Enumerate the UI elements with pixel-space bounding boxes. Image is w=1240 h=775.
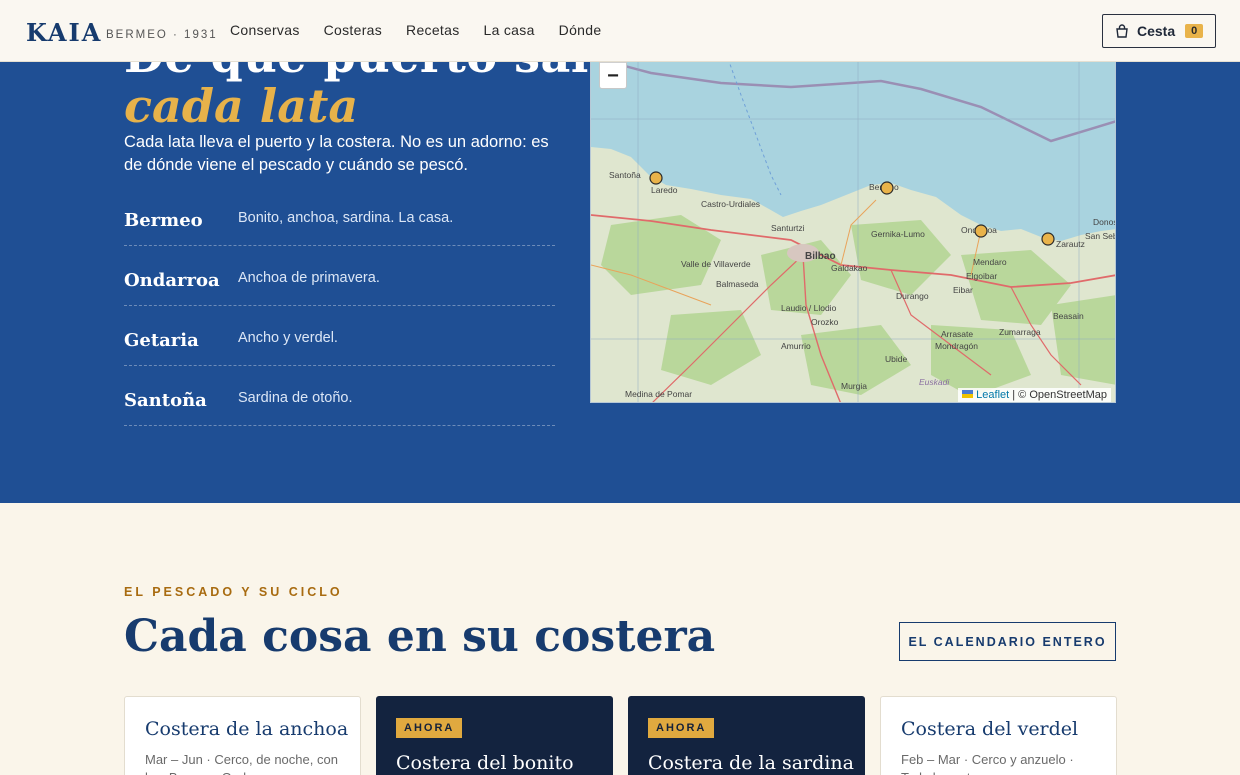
map-label: Arrasate: [941, 329, 973, 339]
map-label: Durango: [896, 291, 929, 301]
map-marker-santona[interactable]: [649, 171, 663, 185]
costera-card-sardina[interactable]: AHORA Costera de la sardina: [628, 696, 865, 775]
nav-item-costeras[interactable]: Costeras: [324, 22, 382, 38]
zoom-out-button[interactable]: −: [600, 62, 626, 88]
map-label: Gernika-Lumo: [871, 229, 925, 239]
ports-map[interactable]: Santoña Laredo Castro-Urdiales Santurtzi…: [590, 24, 1116, 403]
full-calendar-button[interactable]: EL CALENDARIO ENTERO: [899, 622, 1116, 661]
nav-item-recetas[interactable]: Recetas: [406, 22, 459, 38]
port-name: Santoña: [124, 390, 207, 411]
map-label: Laudio / Llodio: [781, 303, 837, 313]
port-list: Bermeo Bonito, anchoa, sardina. La casa.…: [124, 186, 555, 426]
logo[interactable]: KAIA: [26, 18, 102, 47]
costera-card-bonito[interactable]: AHORA Costera del bonito: [376, 696, 613, 775]
port-desc: Anchoa de primavera.: [238, 270, 380, 286]
port-row-ondarroa[interactable]: Ondarroa Anchoa de primavera.: [124, 246, 555, 306]
cart-count-badge: 0: [1185, 24, 1204, 38]
map-label: Donostia: [1093, 217, 1116, 227]
now-badge: AHORA: [648, 718, 715, 738]
map-label: Elgoibar: [966, 271, 997, 281]
map-label: Castro-Urdiales: [701, 199, 760, 209]
map-label: Zumarraga: [999, 327, 1041, 337]
basket-icon: [1116, 24, 1128, 38]
nav-item-conservas[interactable]: Conservas: [230, 22, 300, 38]
map-label: Zarautz: [1056, 239, 1085, 249]
card-meta: Mar – Jun · Cerco, de noche, con luz. Be…: [145, 752, 338, 775]
ukraine-flag-icon: [962, 390, 974, 398]
card-meta: Feb – Mar · Cerco y anzuelo · Toda la co…: [901, 752, 1074, 775]
section-title: Cada cosa en su costera: [124, 611, 716, 662]
port-row-getaria[interactable]: Getaria Ancho y verdel.: [124, 306, 555, 366]
port-row-santona[interactable]: Santoña Sardina de otoño.: [124, 366, 555, 426]
leaflet-link[interactable]: Leaflet: [976, 389, 1009, 401]
map-label: Mondragón: [935, 341, 978, 351]
map-label: Laredo: [651, 185, 678, 195]
card-title: Costera del verdel: [901, 718, 1079, 740]
hero-description: Cada lata lleva el puerto y la costera. …: [124, 133, 549, 174]
map-label: Amurrio: [781, 341, 811, 351]
port-desc: Bonito, anchoa, sardina. La casa.: [238, 210, 454, 226]
map-label: Murgia: [841, 381, 867, 391]
now-badge: AHORA: [396, 718, 463, 738]
logo-subtitle: BERMEO · 1931: [106, 29, 218, 41]
port-desc: Ancho y verdel.: [238, 330, 338, 346]
card-title: Costera de la anchoa: [145, 718, 349, 740]
costera-card-anchoa[interactable]: Costera de la anchoa Mar – Jun · Cerco, …: [124, 696, 361, 775]
nav-item-donde[interactable]: Dónde: [559, 22, 602, 38]
map-label: Valle de Villaverde: [681, 259, 751, 269]
port-name: Bermeo: [124, 210, 203, 231]
map-label: Bilbao: [805, 251, 836, 262]
costera-card-verdel[interactable]: Costera del verdel Feb – Mar · Cerco y a…: [880, 696, 1117, 775]
main-nav: Conservas Costeras Recetas La casa Dónde: [230, 22, 601, 38]
cart-label: Cesta: [1137, 23, 1176, 39]
cart-button[interactable]: Cesta 0: [1102, 14, 1216, 48]
port-name: Getaria: [124, 330, 199, 351]
map-label: Euskadi: [919, 377, 950, 387]
map-label: Mendaro: [973, 257, 1007, 267]
nav-item-la-casa[interactable]: La casa: [484, 22, 535, 38]
map-label: Santoña: [609, 170, 641, 180]
map-marker-ondarroa[interactable]: [974, 224, 988, 238]
port-name: Ondarroa: [124, 270, 220, 291]
section-eyebrow: EL PESCADO Y SU CICLO: [124, 585, 343, 599]
map-label: Balmaseda: [716, 279, 759, 289]
map-marker-getaria[interactable]: [1041, 232, 1055, 246]
map-marker-bermeo[interactable]: [880, 181, 894, 195]
map-tiles[interactable]: Santoña Laredo Castro-Urdiales Santurtzi…: [591, 25, 1116, 403]
map-label: Orozko: [811, 317, 839, 327]
map-label: San Sebastián: [1085, 231, 1116, 241]
map-label: Beasain: [1053, 311, 1084, 321]
map-label: Medina de Pomar: [625, 389, 692, 399]
map-label: Santurtzi: [771, 223, 805, 233]
map-label: Galdakao: [831, 263, 868, 273]
ports-section: De qué puerto sale cada lata Cada lata l…: [0, 0, 1240, 503]
osm-attribution[interactable]: | © OpenStreetMap: [1012, 389, 1107, 401]
map-label: Ubide: [885, 354, 907, 364]
port-desc: Sardina de otoño.: [238, 390, 353, 406]
site-header: KAIA BERMEO · 1931 Conservas Costeras Re…: [0, 0, 1240, 62]
map-label: Eibar: [953, 285, 973, 295]
hero-title-accent: cada lata: [124, 79, 359, 133]
card-title: Costera del bonito: [396, 752, 574, 774]
card-title: Costera de la sardina: [648, 752, 854, 774]
map-attribution: Leaflet | © OpenStreetMap: [958, 388, 1111, 402]
port-row-bermeo[interactable]: Bermeo Bonito, anchoa, sardina. La casa.: [124, 186, 555, 246]
